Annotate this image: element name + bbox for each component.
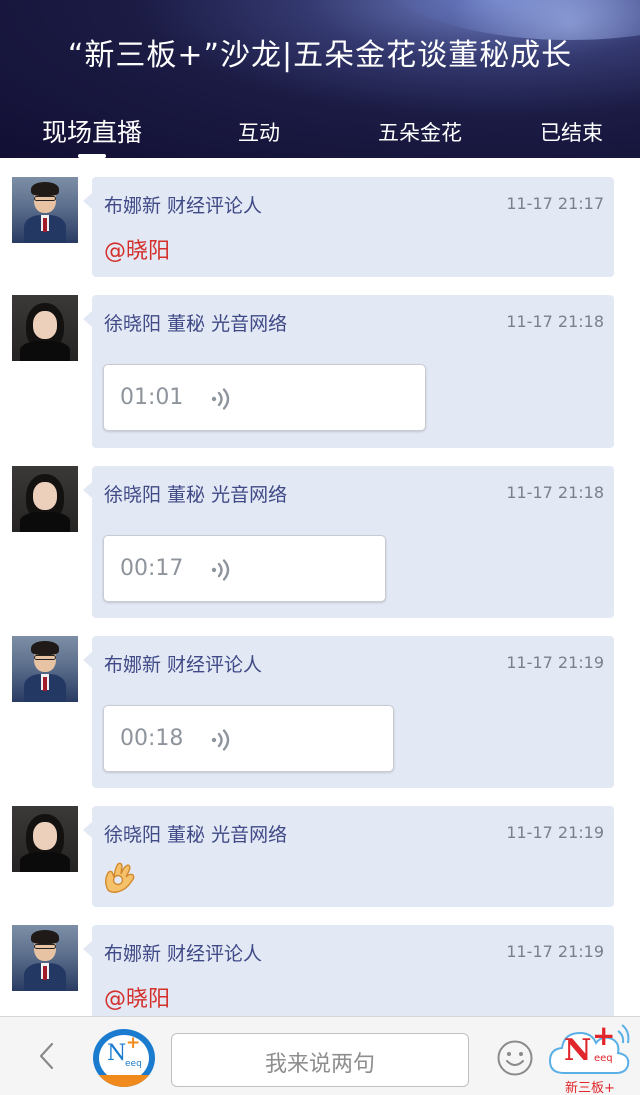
brand-label: 新三板+	[565, 1081, 615, 1095]
message-feed[interactable]: 布娜新 财经评论人 11-17 21:17 @晓阳 徐晓阳 董秘 光音网络 11…	[0, 158, 640, 1016]
app-logo-sub: eeq	[125, 1059, 142, 1069]
message-author[interactable]: 徐晓阳 董秘 光音网络	[104, 820, 287, 847]
message-bubble: 徐晓阳 董秘 光音网络 11-17 21:18 01:01	[83, 295, 614, 448]
ok-hand-emoji-icon	[105, 862, 135, 893]
tab-bar: 现场直播 互动 五朵金花 已结束	[0, 112, 640, 158]
message-bubble: 徐晓阳 董秘 光音网络 11-17 21:18 00:17	[83, 466, 614, 618]
brand-letter: N	[564, 1033, 592, 1068]
avatar-clothes	[20, 512, 70, 532]
app-logo-letter: N	[107, 1041, 127, 1066]
app-logo-button[interactable]: N + eeq	[93, 1029, 155, 1087]
voice-message-button[interactable]: 00:17	[103, 535, 386, 602]
message-time: 11-17 21:18	[506, 312, 604, 331]
message-mention[interactable]: @晓阳	[104, 981, 170, 1013]
tab-five-flowers[interactable]: 五朵金花	[378, 112, 462, 158]
voice-message-button[interactable]: 01:01	[103, 364, 426, 431]
female-avatar[interactable]	[12, 295, 78, 361]
message-time: 11-17 21:19	[506, 653, 604, 672]
voice-wave-icon	[211, 559, 230, 581]
message-item: 布娜新 财经评论人 11-17 21:19 @晓阳	[0, 925, 640, 1016]
message-time: 11-17 21:17	[506, 194, 604, 213]
app-logo-plus-icon: +	[126, 1033, 141, 1053]
tab-interaction-label: 互动	[238, 121, 280, 145]
voice-wave-icon	[211, 388, 230, 410]
avatar-hair	[31, 641, 59, 655]
message-time: 11-17 21:19	[506, 942, 604, 961]
app-logo-strip	[93, 1075, 155, 1087]
voice-message-button[interactable]: 00:18	[103, 705, 394, 772]
voice-duration: 01:01	[120, 385, 184, 410]
message-time: 11-17 21:18	[506, 483, 604, 502]
male-avatar[interactable]	[12, 636, 78, 702]
female-avatar[interactable]	[12, 466, 78, 532]
message-bubble: 布娜新 财经评论人 11-17 21:17 @晓阳	[83, 177, 614, 277]
tab-ended-label: 已结束	[540, 121, 603, 145]
avatar-tie	[43, 218, 47, 232]
brand-sub: eeq	[594, 1053, 613, 1064]
tab-live-label: 现场直播	[42, 118, 143, 147]
message-item: 徐晓阳 董秘 光音网络 11-17 21:18 01:01	[0, 295, 640, 448]
brand-logo[interactable]: N + eeq 新三板+	[540, 1017, 640, 1095]
message-bubble: 布娜新 财经评论人 11-17 21:19 00:18	[83, 636, 614, 788]
voice-duration: 00:17	[120, 556, 184, 581]
male-avatar[interactable]	[12, 177, 78, 243]
message-author[interactable]: 布娜新 财经评论人	[104, 650, 262, 677]
avatar-tie	[43, 966, 47, 980]
avatar-face	[33, 822, 57, 850]
message-author[interactable]: 布娜新 财经评论人	[104, 939, 262, 966]
voice-duration: 00:18	[120, 726, 184, 751]
voice-wave-icon	[211, 729, 230, 751]
message-author[interactable]: 布娜新 财经评论人	[104, 191, 262, 218]
avatar-clothes	[20, 341, 70, 361]
avatar-hair	[31, 930, 59, 944]
avatar-face	[33, 311, 57, 339]
message-item: 布娜新 财经评论人 11-17 21:17 @晓阳	[0, 177, 640, 277]
brand-plus-icon: +	[592, 1019, 616, 1052]
avatar-hair	[31, 182, 59, 196]
live-header: “新三板+”沙龙|五朵金花谈董秘成长 现场直播 互动 五朵金花 已结束	[0, 0, 640, 158]
page-title: “新三板+”沙龙|五朵金花谈董秘成长	[67, 38, 573, 73]
avatar-tie	[43, 677, 47, 691]
message-author[interactable]: 徐晓阳 董秘 光音网络	[104, 309, 287, 336]
message-item: 徐晓阳 董秘 光音网络 11-17 21:18 00:17	[0, 466, 640, 618]
comment-input[interactable]: 我来说两句	[171, 1033, 469, 1087]
comment-input-placeholder: 我来说两句	[264, 1052, 375, 1077]
avatar-clothes	[20, 852, 70, 872]
avatar-glasses	[34, 196, 56, 201]
tab-interaction[interactable]: 互动	[238, 112, 280, 158]
tab-five-flowers-label: 五朵金花	[378, 121, 462, 145]
message-bubble: 徐晓阳 董秘 光音网络 11-17 21:19	[83, 806, 614, 907]
smiley-icon[interactable]	[496, 1039, 534, 1077]
message-mention[interactable]: @晓阳	[104, 233, 170, 265]
avatar-glasses	[34, 655, 56, 660]
message-item: 布娜新 财经评论人 11-17 21:19 00:18	[0, 636, 640, 788]
back-arrow-icon[interactable]	[34, 1041, 60, 1071]
message-time: 11-17 21:19	[506, 823, 604, 842]
message-author[interactable]: 徐晓阳 董秘 光音网络	[104, 480, 287, 507]
bottom-input-bar: N + eeq 我来说两句 N + eeq 新三板+	[0, 1016, 640, 1095]
female-avatar[interactable]	[12, 806, 78, 872]
tab-ended[interactable]: 已结束	[540, 112, 603, 158]
tab-live[interactable]: 现场直播	[42, 112, 142, 158]
avatar-glasses	[34, 944, 56, 949]
message-item: 徐晓阳 董秘 光音网络 11-17 21:19	[0, 806, 640, 907]
male-avatar[interactable]	[12, 925, 78, 991]
avatar-face	[33, 482, 57, 510]
message-bubble: 布娜新 财经评论人 11-17 21:19 @晓阳	[83, 925, 614, 1016]
